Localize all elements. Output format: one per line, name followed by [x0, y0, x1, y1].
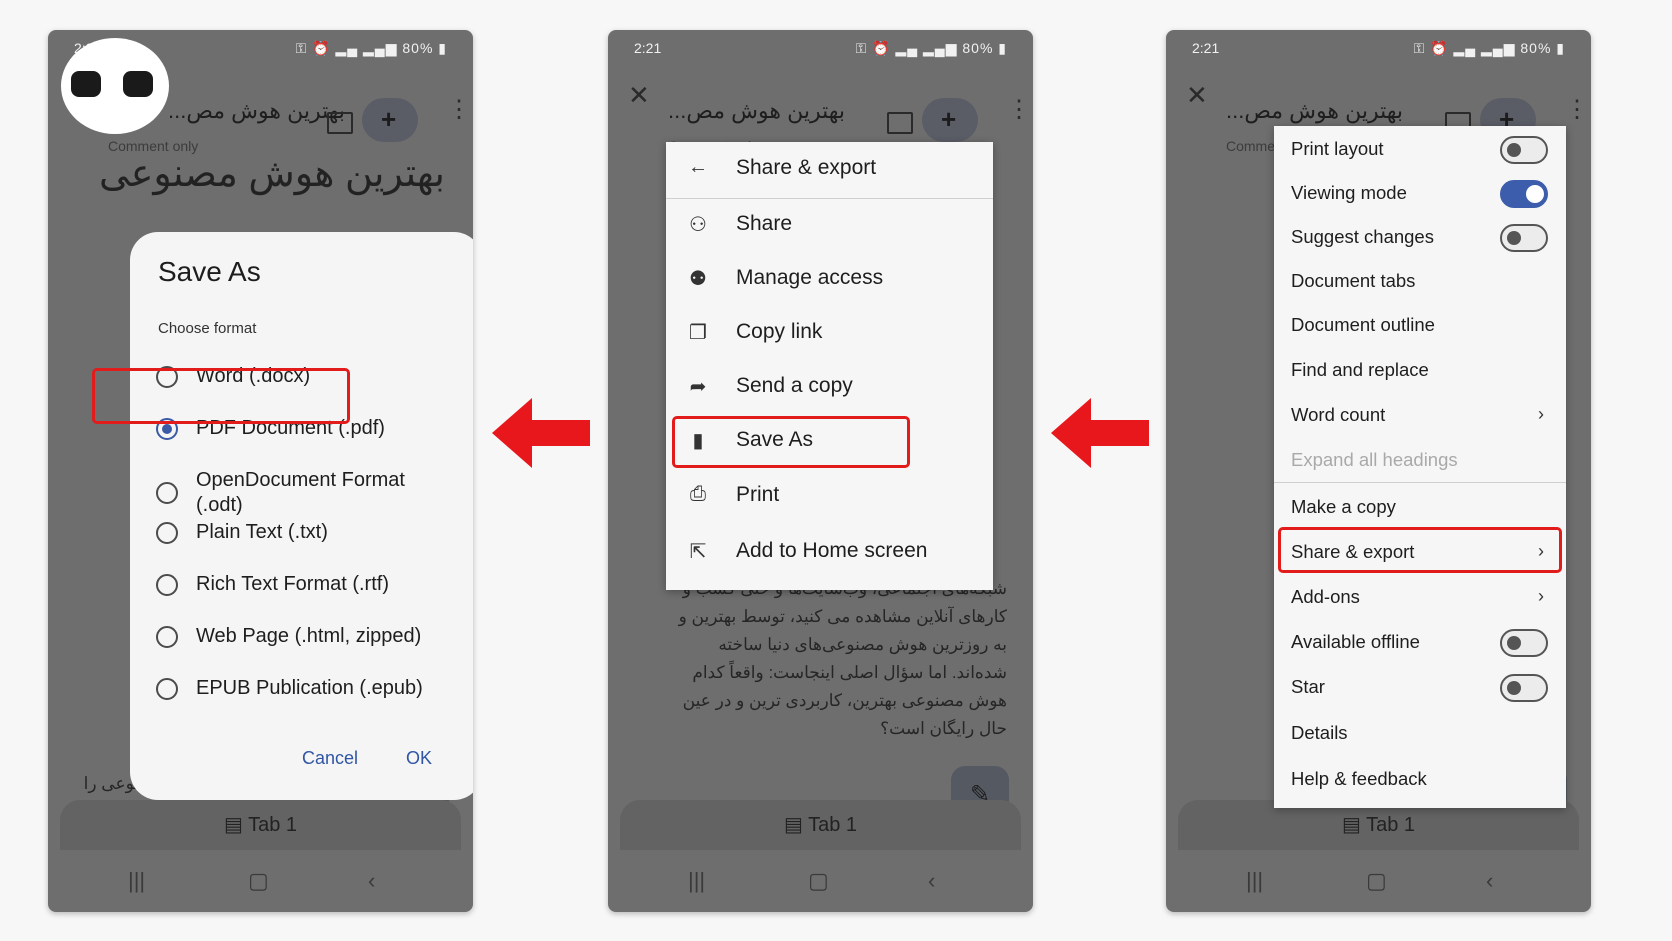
radio-icon	[156, 626, 178, 648]
pdf-highlight-box	[92, 368, 350, 424]
system-nav-bar: ||| ▢ ‹	[1166, 852, 1591, 912]
more-options-icon[interactable]: ⋮	[1007, 98, 1031, 122]
doc-title: بهترین هوش مص...	[168, 98, 346, 123]
forward-icon: ➦	[689, 376, 707, 398]
recent-apps-icon[interactable]: |||	[128, 868, 145, 894]
system-nav-bar: ||| ▢ ‹	[608, 852, 1033, 912]
recent-apps-icon[interactable]: |||	[1246, 868, 1263, 894]
printer-icon: ⎙	[690, 483, 706, 505]
back-icon[interactable]: ‹	[368, 868, 375, 894]
radio-icon	[156, 678, 178, 700]
home-icon[interactable]: ▢	[248, 868, 269, 894]
system-nav-bar: ||| ▢ ‹	[48, 852, 473, 912]
doc-heading-bg: بهترین هوش مصنوعی	[99, 153, 445, 195]
radio-icon	[156, 522, 178, 544]
left-arrow-icon	[492, 398, 590, 468]
battery-level: 80%	[402, 40, 434, 56]
comment-icon[interactable]	[327, 112, 353, 134]
status-bar: 2:21 ⚿ ⏰ ▂▄ ▂▄▆ 80% ▮	[634, 40, 1007, 56]
home-icon[interactable]: ▢	[808, 868, 829, 894]
add-to-home-icon: ⇱	[689, 541, 707, 563]
radio-icon	[156, 574, 178, 596]
add-people-button[interactable]	[362, 98, 418, 142]
dialog-title: Save As	[158, 256, 261, 287]
left-arrow-icon	[1051, 398, 1149, 468]
save-as-dialog: Save As Choose format Word (.docx) PDF D…	[130, 232, 473, 800]
chevron-right-icon: ›	[1538, 404, 1544, 424]
tab-icon: ▤	[1341, 814, 1367, 836]
doc-title: بهترین هوش مص...	[1226, 98, 1404, 123]
phone-screen-save-as: 2:21 ⚿ ⏰ ▂▄ ▂▄▆ 80% ▮ بهترین هوش مص... C…	[48, 30, 473, 912]
toggle-switch-on[interactable]	[1500, 180, 1548, 208]
copy-icon: ❐	[689, 322, 707, 344]
share-export-highlight-box	[1278, 527, 1562, 573]
tab-label: Tab 1	[248, 814, 298, 836]
ok-button[interactable]: OK	[406, 748, 432, 769]
cancel-button[interactable]: Cancel	[302, 748, 358, 769]
tab-bar[interactable]: ▤ Tab 1	[60, 800, 461, 850]
toggle-switch[interactable]	[1500, 224, 1548, 252]
save-as-highlight-box	[672, 416, 910, 468]
home-icon[interactable]: ▢	[1366, 868, 1387, 894]
more-options-icon[interactable]: ⋮	[1565, 98, 1589, 122]
tab-icon: ▤	[783, 814, 809, 836]
close-icon[interactable]: ✕	[628, 80, 650, 111]
people-icon: ⚉	[689, 268, 707, 290]
chevron-right-icon: ›	[1538, 586, 1544, 606]
site-logo	[61, 38, 169, 134]
comment-icon[interactable]	[887, 112, 913, 134]
back-icon[interactable]: ‹	[928, 868, 935, 894]
back-arrow-icon: ←	[688, 156, 708, 178]
choose-format-label: Choose format	[158, 320, 257, 337]
phone-screen-main-menu: 2:21 ⚿ ⏰ ▂▄ ▂▄▆ 80% ▮ ✕ بهترین هوش مص...…	[1166, 30, 1591, 912]
recent-apps-icon[interactable]: |||	[688, 868, 705, 894]
toggle-switch[interactable]	[1500, 674, 1548, 702]
radio-icon	[156, 482, 178, 504]
doc-title: بهترین هوش مص...	[668, 98, 846, 123]
add-people-button[interactable]	[922, 98, 978, 142]
toggle-switch[interactable]	[1500, 136, 1548, 164]
doc-body-bg: شبکه‌های اجتماعی، وب‌سایت‌ها و حتی کسب و…	[678, 579, 1007, 738]
tab-bar[interactable]: ▤ Tab 1	[620, 800, 1021, 850]
add-person-icon: ⚇	[689, 214, 707, 236]
doc-subtitle: Comment only	[108, 138, 199, 154]
close-icon[interactable]: ✕	[1186, 80, 1208, 111]
back-icon[interactable]: ‹	[1486, 868, 1493, 894]
toggle-switch[interactable]	[1500, 629, 1548, 657]
phone-screen-share-export: 2:21 ⚿ ⏰ ▂▄ ▂▄▆ 80% ▮ ✕ بهترین هوش مص...…	[608, 30, 1033, 912]
more-options-icon[interactable]: ⋮	[447, 98, 471, 122]
status-bar: 2:21 ⚿ ⏰ ▂▄ ▂▄▆ 80% ▮	[1192, 40, 1565, 56]
share-export-menu: ← Share & export ⚇ Share ⚉ Manage access ❐ C…	[666, 142, 993, 590]
doc-main-menu: Print layout Viewing mode Suggest change…	[1274, 126, 1566, 808]
tab-icon: ▤	[223, 814, 249, 836]
